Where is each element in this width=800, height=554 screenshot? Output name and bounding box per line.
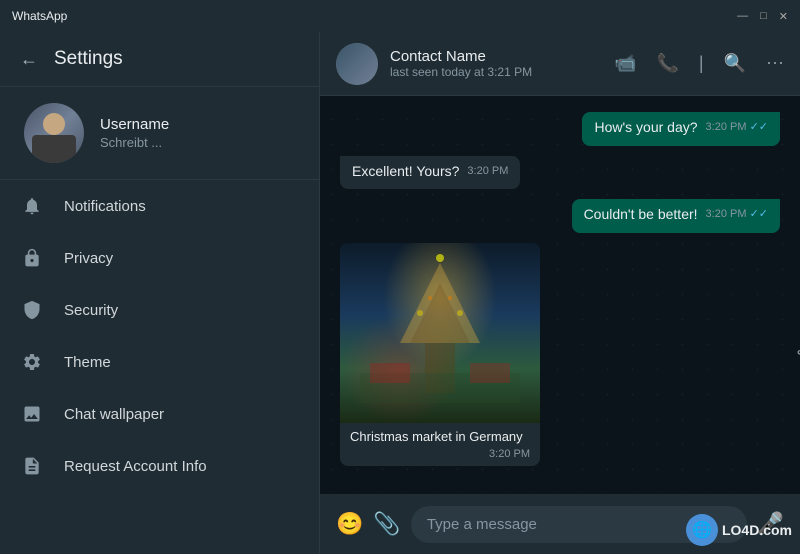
image-bubble: Christmas market in Germany 3:20 PM [340,243,540,466]
settings-menu: Notifications Privacy Security Theme [0,180,319,554]
contact-info: Contact Name last seen today at 3:21 PM [390,48,532,79]
bell-icon [20,194,44,218]
image-icon [20,402,44,426]
message-text: Excellent! Yours? [352,163,459,179]
emoji-icon[interactable]: 😊 [336,511,363,537]
message-row: Couldn't be better! 3:20 PM ✓✓ [340,199,780,233]
notifications-label: Notifications [64,198,146,215]
titlebar: WhatsApp — □ ✕ [0,0,800,32]
contact-avatar [336,43,378,85]
avatar-image [24,103,84,163]
back-button[interactable]: ← [20,49,38,70]
contact-name: Contact Name [390,48,532,65]
message-time: 3:20 PM [467,164,508,179]
chat-header-info: Contact Name last seen today at 3:21 PM [336,43,532,85]
app-body: ← Settings Username Schreibt ... [0,32,800,554]
close-button[interactable]: ✕ [779,10,788,23]
security-label: Security [64,302,118,319]
message-row: How's your day? 3:20 PM ✓✓ [340,112,780,146]
sidebar-item-theme[interactable]: Theme [0,336,319,388]
sidebar-item-chat-wallpaper[interactable]: Chat wallpaper [0,388,319,440]
message-text: How's your day? [594,119,697,135]
avatar [24,103,84,163]
profile-name: Username [100,116,169,133]
message-time: 3:20 PM ✓✓ [706,120,768,135]
sent-bubble: Couldn't be better! 3:20 PM ✓✓ [572,199,780,233]
doc-icon [20,454,44,478]
message-row: Christmas market in Germany 3:20 PM ↪ [340,243,780,466]
image-time: 3:20 PM [340,448,540,466]
sidebar-item-privacy[interactable]: Privacy [0,232,319,284]
received-bubble: Excellent! Yours? 3:20 PM [340,156,520,190]
more-options-icon[interactable]: ⋯ [766,53,784,74]
forward-button[interactable]: ↪ [797,344,800,364]
settings-header: ← Settings [0,32,319,87]
app-title: WhatsApp [12,9,67,23]
messages-area: How's your day? 3:20 PM ✓✓ Excellent! Yo… [320,96,800,494]
sent-bubble: How's your day? 3:20 PM ✓✓ [582,112,780,146]
image-thumbnail [340,243,540,423]
settings-title: Settings [54,48,123,70]
divider: | [699,53,704,74]
image-caption: Christmas market in Germany [340,423,540,448]
voice-call-icon[interactable]: 📞 [656,53,678,74]
minimize-button[interactable]: — [737,10,748,23]
sidebar-item-security[interactable]: Security [0,284,319,336]
profile-status: Schreibt ... [100,135,169,150]
chat-header: Contact Name last seen today at 3:21 PM … [320,32,800,96]
privacy-label: Privacy [64,250,113,267]
chat-panel: Contact Name last seen today at 3:21 PM … [320,32,800,554]
profile-info: Username Schreibt ... [100,116,169,150]
watermark-text: LO4D.com [722,522,792,538]
maximize-button[interactable]: □ [760,10,767,23]
watermark-logo: 🌐 [686,514,718,546]
message-time: 3:20 PM ✓✓ [706,207,768,222]
shield-icon [20,298,44,322]
watermark: 🌐 LO4D.com [686,514,792,546]
video-call-icon[interactable]: 📹 [614,53,636,74]
gear-icon [20,350,44,374]
chat-wallpaper-label: Chat wallpaper [64,406,164,423]
chat-actions: 📹 📞 | 🔍 ⋯ [614,53,784,74]
message-text: Couldn't be better! [584,206,698,222]
search-icon[interactable]: 🔍 [724,53,746,74]
sidebar-item-request-account[interactable]: Request Account Info [0,440,319,492]
attachment-icon[interactable]: 📎 [373,511,400,537]
message-row: Excellent! Yours? 3:20 PM [340,156,780,190]
theme-label: Theme [64,354,111,371]
contact-last-seen: last seen today at 3:21 PM [390,65,532,79]
request-account-label: Request Account Info [64,458,207,475]
lock-icon [20,246,44,270]
window-controls[interactable]: — □ ✕ [737,10,788,23]
sidebar: ← Settings Username Schreibt ... [0,32,320,554]
sidebar-item-notifications[interactable]: Notifications [0,180,319,232]
profile-section[interactable]: Username Schreibt ... [0,87,319,180]
